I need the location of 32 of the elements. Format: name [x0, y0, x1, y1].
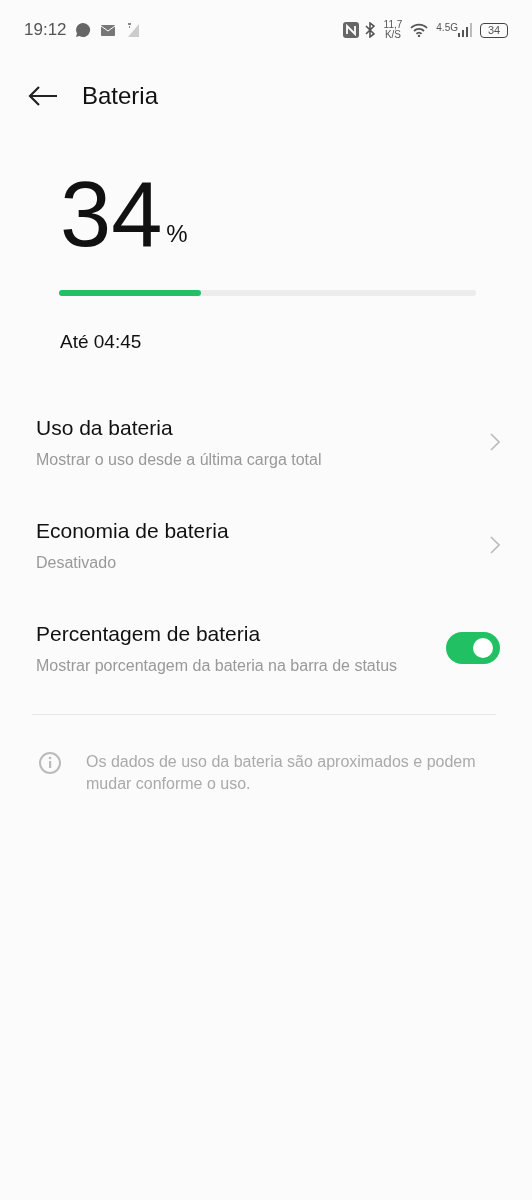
- setting-title: Percentagem de bateria: [36, 621, 262, 648]
- speed-value: 11,7: [383, 20, 403, 30]
- page-title: Bateria: [82, 81, 159, 111]
- info-icon: [38, 750, 62, 775]
- battery-level-value: 34: [60, 168, 163, 260]
- setting-subtitle: Mostrar porcentagem da bateria na barra de status: [36, 655, 399, 676]
- chevron-right-icon: [490, 433, 500, 451]
- bluetooth-icon: [364, 22, 376, 38]
- wifi-icon: [410, 23, 429, 37]
- chevron-right-icon: [490, 536, 500, 554]
- network-label: 4.5G: [436, 23, 458, 33]
- back-button[interactable]: [28, 85, 58, 107]
- setting-title: Uso da bateria: [36, 415, 174, 442]
- signal-icon: [458, 23, 472, 37]
- speed-unit: K/S: [383, 30, 401, 40]
- setting-subtitle: Mostrar o uso desde a última carga total: [36, 449, 323, 470]
- percent-sign: %: [166, 219, 188, 249]
- settings-item[interactable]: Percentagem de bateria Mostrar porcentagem da bateria na barra de status: [0, 596, 532, 700]
- mail-icon: [100, 24, 115, 36]
- settings-item[interactable]: Economia de bateria Desativado: [0, 493, 532, 597]
- info-note: Os dados de uso da bateria são aproximados e podem mudar conforme o uso.: [86, 751, 477, 794]
- toggle-switch[interactable]: [446, 632, 500, 664]
- setting-subtitle: Desativado: [36, 552, 118, 573]
- signal-icon: [126, 23, 139, 37]
- time-remaining: Até 04:45: [60, 330, 143, 354]
- nfc-icon: [342, 22, 359, 38]
- chat-icon: [74, 22, 91, 38]
- back-arrow-icon: [28, 85, 58, 107]
- settings-item[interactable]: Uso da bateria Mostrar o uso desde a última carga total: [0, 390, 532, 494]
- battery-percent: 34: [487, 24, 501, 36]
- setting-title: Economia de bateria: [36, 518, 230, 545]
- clock: 19:12: [24, 19, 67, 42]
